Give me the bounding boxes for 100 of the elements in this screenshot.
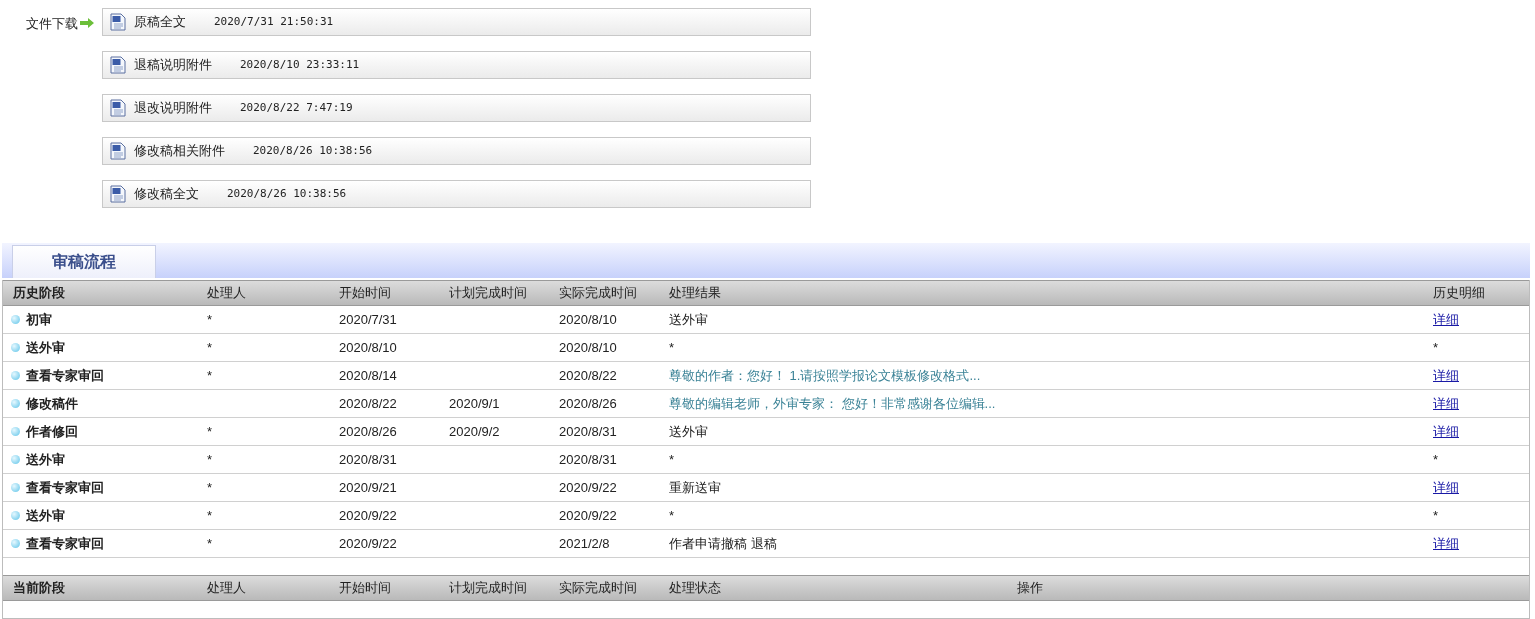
- file-time: 2020/7/31 21:50:31: [214, 13, 334, 30]
- detail-link[interactable]: 详细: [1433, 477, 1459, 498]
- table-cell: *: [207, 367, 213, 383]
- table-cell-text: 历史明细: [1433, 284, 1485, 303]
- detail-link[interactable]: 详细: [1433, 309, 1459, 330]
- table-cell-text: *: [1433, 338, 1439, 357]
- file-name: 修改稿相关附件: [134, 142, 225, 161]
- table-cell: 2020/8/31: [559, 451, 617, 467]
- table-cell: *: [669, 507, 675, 523]
- result-link[interactable]: 尊敬的作者：您好！ 1.请按照学报论文模板修改格式...: [669, 367, 981, 383]
- bullet-icon: [11, 343, 20, 352]
- table-cell: 2020/8/10: [559, 339, 617, 355]
- table-cell: 开始时间: [339, 580, 391, 596]
- table-cell: 2020/9/1: [449, 395, 500, 411]
- stage-name: 作者修回: [26, 422, 78, 441]
- file-download-item[interactable]: 退稿说明附件 2020/8/10 23:33:11: [102, 51, 811, 79]
- table-cell: 2020/8/14: [339, 367, 397, 383]
- stage-name: 送外审: [26, 506, 65, 525]
- table-cell: 2020/8/22: [339, 395, 397, 411]
- word-document-icon: [110, 185, 126, 203]
- table-cell: 实际完成时间: [559, 285, 637, 301]
- table-cell-text: 操作: [1017, 579, 1043, 598]
- table-cell: *: [207, 451, 213, 467]
- arrow-right-icon: [79, 17, 95, 29]
- tab[interactable]: 审稿流程: [12, 245, 156, 278]
- table-cell: 2020/9/22: [339, 507, 397, 523]
- bullet-icon: [11, 371, 20, 380]
- bullet-icon: [11, 455, 20, 464]
- file-time: 2020/8/26 10:38:56: [227, 185, 347, 202]
- word-document-icon: [110, 99, 126, 117]
- table-cell: 2020/7/31: [339, 311, 397, 327]
- table-cell: 实际完成时间: [559, 580, 637, 596]
- table-cell: *: [207, 339, 213, 355]
- stage-name: 查看专家审回: [26, 366, 104, 385]
- table-cell: 当前阶段: [13, 580, 65, 596]
- table-cell: 处理结果: [669, 285, 721, 301]
- table-cell: *: [207, 423, 213, 439]
- file-name: 修改稿全文: [134, 185, 199, 204]
- file-time: 2020/8/10 23:33:11: [240, 56, 360, 73]
- stage-name: 查看专家审回: [26, 478, 104, 497]
- table-cell: 处理人: [207, 285, 246, 301]
- detail-link[interactable]: 详细: [1433, 393, 1459, 414]
- file-download-item[interactable]: 原稿全文 2020/7/31 21:50:31: [102, 8, 811, 36]
- table-cell: *: [669, 451, 675, 467]
- stage-name: 查看专家审回: [26, 534, 104, 553]
- table-cell: 2020/9/22: [339, 535, 397, 551]
- stage-name: 修改稿件: [26, 394, 78, 413]
- bullet-icon: [11, 427, 20, 436]
- table-cell-text: *: [1433, 450, 1439, 469]
- file-name: 退稿说明附件: [134, 56, 212, 75]
- table-cell: *: [207, 311, 213, 327]
- table-cell: 2020/8/31: [559, 423, 617, 439]
- detail-link[interactable]: 详细: [1433, 421, 1459, 442]
- file-time: 2020/8/22 7:47:19: [240, 99, 353, 116]
- file-download-item[interactable]: 修改稿相关附件 2020/8/26 10:38:56: [102, 137, 811, 165]
- word-document-icon: [110, 13, 126, 31]
- table-cell: 2020/9/2: [449, 423, 500, 439]
- bullet-icon: [11, 483, 20, 492]
- file-name: 原稿全文: [134, 13, 186, 32]
- table-cell: 处理人: [207, 580, 246, 596]
- table-cell: 作者申请撤稿 退稿: [669, 535, 777, 551]
- table-cell: 2020/8/31: [339, 451, 397, 467]
- table-cell: 送外审: [669, 423, 708, 439]
- file-download-item[interactable]: 退改说明附件 2020/8/22 7:47:19: [102, 94, 811, 122]
- result-link[interactable]: 尊敬的编辑老师，外审专家： 您好！非常感谢各位编辑...: [669, 395, 996, 411]
- detail-link[interactable]: 详细: [1433, 365, 1459, 386]
- table-cell: 重新送审: [669, 479, 721, 495]
- bullet-icon: [11, 539, 20, 548]
- stage-name: 初审: [26, 310, 52, 329]
- file-download-item[interactable]: 修改稿全文 2020/8/26 10:38:56: [102, 180, 811, 208]
- detail-link[interactable]: 详细: [1433, 533, 1459, 554]
- table-cell: 2020/8/10: [559, 311, 617, 327]
- table-cell: 计划完成时间: [449, 285, 527, 301]
- stage-name: 送外审: [26, 338, 65, 357]
- table-cell: *: [669, 339, 675, 355]
- table-cell: 2020/9/21: [339, 479, 397, 495]
- bullet-icon: [11, 511, 20, 520]
- table-cell: 2021/2/8: [559, 535, 610, 551]
- table-cell-text: *: [1433, 506, 1439, 525]
- file-name: 退改说明附件: [134, 99, 212, 118]
- stage-name: 送外审: [26, 450, 65, 469]
- table-cell: 2020/8/10: [339, 339, 397, 355]
- table-cell: 开始时间: [339, 285, 391, 301]
- download-label: 文件下载: [26, 15, 78, 33]
- table-cell: 2020/9/22: [559, 479, 617, 495]
- table-cell: *: [207, 535, 213, 551]
- bullet-icon: [11, 399, 20, 408]
- table-cell: *: [207, 507, 213, 523]
- table-cell: 2020/8/22: [559, 367, 617, 383]
- table-cell: 2020/8/26: [559, 395, 617, 411]
- table-cell: 送外审: [669, 311, 708, 327]
- table-cell: 计划完成时间: [449, 580, 527, 596]
- word-document-icon: [110, 56, 126, 74]
- table-cell: 处理状态: [669, 580, 721, 596]
- bullet-icon: [11, 315, 20, 324]
- table-cell: 历史阶段: [13, 285, 65, 301]
- table-cell: 2020/9/22: [559, 507, 617, 523]
- table-cell: 2020/8/26: [339, 423, 397, 439]
- file-time: 2020/8/26 10:38:56: [253, 142, 373, 159]
- word-document-icon: [110, 142, 126, 160]
